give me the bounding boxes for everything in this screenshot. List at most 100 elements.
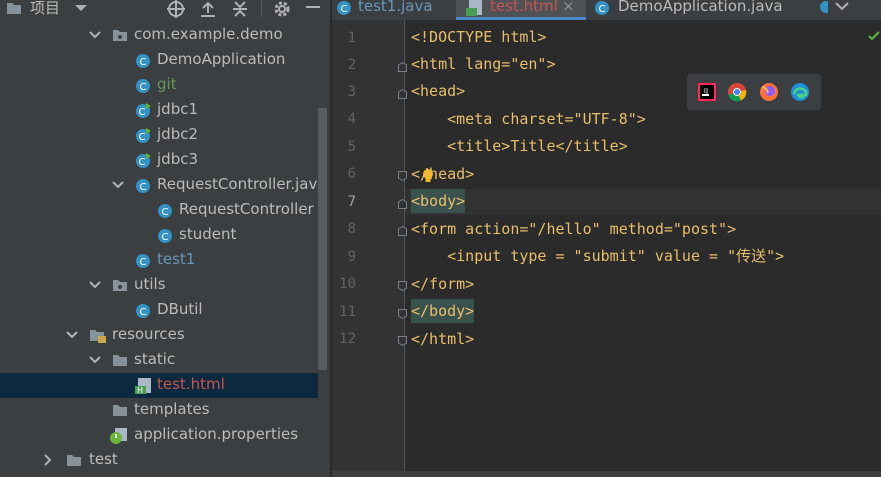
lightbulb-icon[interactable] <box>422 168 434 184</box>
tree-label: templates <box>134 400 210 418</box>
svg-text:C: C <box>139 132 146 143</box>
expand-arrow-icon[interactable] <box>112 181 124 189</box>
tree-row-package-demo[interactable]: com.example.demo <box>0 23 318 48</box>
fold-marker-icon[interactable] <box>398 281 407 291</box>
tree-row-class[interactable]: C jdbc2 <box>0 123 318 148</box>
close-icon[interactable]: × <box>562 0 575 15</box>
project-scrollbar[interactable] <box>318 108 327 370</box>
tree-row-html-file-selected[interactable]: H test.html <box>0 373 318 398</box>
tree-row-class[interactable]: C test1 <box>0 248 318 273</box>
runnable-class-icon: C <box>136 103 151 118</box>
code-line-4[interactable]: <meta charset="UTF-8"> <box>411 107 646 131</box>
project-panel-title: 项目 <box>30 0 61 17</box>
tab-label: DemoApplication.java <box>618 0 783 15</box>
tab-label: test.html <box>490 0 558 15</box>
code-line-6[interactable]: </head> <box>411 162 474 186</box>
editor-horizontal-scrollbar[interactable] <box>332 471 881 477</box>
code-line-2[interactable]: <html lang="en"> <box>411 52 556 76</box>
svg-text:C: C <box>341 4 348 15</box>
tree-row-package-utils[interactable]: utils <box>0 273 318 298</box>
folder-icon <box>67 455 81 466</box>
tree-row-properties[interactable]: application.properties <box>0 423 318 448</box>
tree-row-folder-static[interactable]: static <box>0 348 318 373</box>
class-icon: C <box>595 1 609 15</box>
class-icon: C <box>136 304 150 318</box>
locate-icon[interactable] <box>166 0 186 18</box>
tree-row-class[interactable]: C git <box>0 73 318 98</box>
fold-marker-icon[interactable] <box>398 62 407 72</box>
intellij-icon[interactable]: IJ <box>697 82 717 102</box>
collapse-all-icon[interactable] <box>231 0 249 18</box>
editor[interactable]: C test1.java test.html × C DemoApplicati… <box>332 0 881 477</box>
inspection-ok-icon[interactable] <box>868 31 880 41</box>
code-line-10[interactable]: </form> <box>411 272 474 296</box>
tab-label: test1.java <box>358 0 433 15</box>
expand-all-icon[interactable] <box>199 0 217 18</box>
expand-arrow-icon[interactable] <box>89 356 101 364</box>
editor-tabs: C test1.java test.html × C DemoApplicati… <box>332 0 881 20</box>
svg-text:C: C <box>140 182 147 193</box>
minimize-icon[interactable] <box>306 6 320 10</box>
gutter-separator <box>404 20 405 471</box>
tree-label: student <box>179 225 237 243</box>
tree-row-class[interactable]: C student <box>0 223 318 248</box>
svg-text:IJ: IJ <box>704 87 708 95</box>
tree-row-folder-templates[interactable]: templates <box>0 398 318 423</box>
expand-arrow-icon[interactable] <box>89 281 101 289</box>
svg-text:C: C <box>140 257 147 268</box>
tree-label: test1 <box>157 250 196 268</box>
chrome-icon[interactable] <box>727 82 747 102</box>
tree-label: RequestController <box>179 200 314 218</box>
svg-text:C: C <box>139 157 146 168</box>
fold-marker-icon[interactable] <box>398 171 407 181</box>
tree-label: test.html <box>157 375 225 393</box>
code-line-12[interactable]: </html> <box>411 327 474 351</box>
tree-label: com.example.demo <box>134 25 283 43</box>
line-number: 7 <box>347 194 356 210</box>
chevron-down-icon[interactable] <box>74 3 88 13</box>
expand-arrow-icon[interactable] <box>89 31 101 39</box>
tree-row-class-file[interactable]: C RequestController.jav <box>0 173 318 198</box>
gear-icon[interactable] <box>273 0 291 18</box>
code-line-1[interactable]: <!DOCTYPE html> <box>411 25 546 49</box>
tree-row-class[interactable]: C jdbc3 <box>0 148 318 173</box>
class-icon: C <box>158 204 172 218</box>
class-icon: C <box>136 254 150 268</box>
code-line-3[interactable]: <head> <box>411 79 465 103</box>
line-number: 4 <box>347 111 356 127</box>
tree-label: git <box>157 75 177 93</box>
expand-arrow-icon[interactable] <box>66 331 78 339</box>
tab-demoapplication-java[interactable]: C DemoApplication.java <box>588 0 808 20</box>
tabs-dropdown-icon[interactable] <box>835 2 849 12</box>
resources-folder-icon <box>90 330 106 343</box>
tree-row-class[interactable]: C RequestController <box>0 198 318 223</box>
tree-row-folder-test[interactable]: test <box>0 448 318 473</box>
tree-row-class[interactable]: C DemoApplication <box>0 48 318 73</box>
fold-marker-icon[interactable] <box>398 309 407 319</box>
package-icon <box>113 280 127 291</box>
fold-marker-icon[interactable] <box>398 226 407 236</box>
package-icon <box>113 30 127 41</box>
fold-marker-icon[interactable] <box>398 336 407 346</box>
tree-row-class[interactable]: C jdbc1 <box>0 98 318 123</box>
code-line-11[interactable]: </body> <box>411 299 475 323</box>
project-panel: 项目 com.example.demo C DemoApplication C … <box>0 0 330 477</box>
svg-text:C: C <box>140 82 147 93</box>
line-number: 5 <box>347 139 356 155</box>
edge-icon[interactable] <box>790 82 810 102</box>
code-line-7[interactable]: <body> <box>411 189 466 213</box>
tree-row-class[interactable]: C DButil <box>0 298 318 323</box>
spring-class-icon: C <box>136 54 150 68</box>
code-line-8[interactable]: <form action="/hello" method="post"> <box>411 217 736 241</box>
fold-marker-icon[interactable] <box>398 89 407 99</box>
code-line-9[interactable]: <input type = "submit" value = "传送"> <box>411 244 784 268</box>
tab-test-html[interactable]: test.html × <box>456 0 586 20</box>
tree-row-folder-resources[interactable]: resources <box>0 323 318 348</box>
line-number: 6 <box>347 166 356 182</box>
code-line-5[interactable]: <title>Title</title> <box>411 134 628 158</box>
collapse-arrow-icon[interactable] <box>44 454 52 466</box>
fold-marker-icon[interactable] <box>398 199 407 209</box>
firefox-icon[interactable] <box>759 82 779 102</box>
tab-test1-java[interactable]: C test1.java <box>332 0 454 20</box>
svg-text:C: C <box>140 307 147 318</box>
